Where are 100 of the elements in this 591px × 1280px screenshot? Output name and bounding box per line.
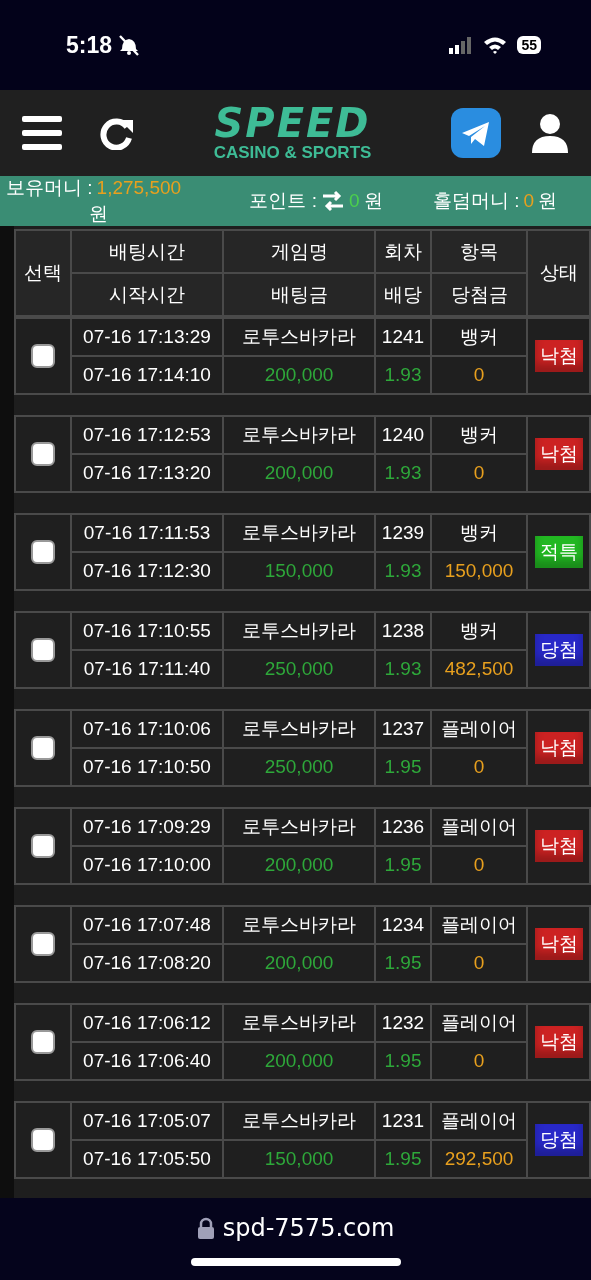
- start-time-cell: 07-16 17:13:20: [72, 455, 222, 491]
- site-logo[interactable]: SPEED: [214, 103, 371, 143]
- bet-time-cell: 07-16 17:13:29: [72, 319, 222, 355]
- pick-cell: 뱅커: [432, 515, 526, 551]
- wifi-icon: [483, 36, 508, 54]
- balance-label: 포인트 :: [249, 189, 317, 213]
- battery-indicator: 55: [517, 36, 541, 54]
- start-time-cell: 07-16 17:05:50: [72, 1141, 222, 1177]
- refresh-icon[interactable]: [100, 116, 134, 150]
- row-checkbox[interactable]: [31, 638, 55, 662]
- game-name-cell: 로투스바카라: [224, 515, 374, 551]
- status-badge: 당첨: [534, 634, 583, 666]
- bell-muted-icon: [118, 34, 141, 56]
- bet-time-cell: 07-16 17:10:55: [72, 613, 222, 649]
- game-name-cell: 로투스바카라: [224, 319, 374, 355]
- start-time-cell: 07-16 17:10:50: [72, 749, 222, 785]
- url-address[interactable]: spd-7575.com: [222, 1214, 395, 1242]
- status-badge: 낙첨: [534, 830, 583, 862]
- odds-cell: 1.95: [376, 1141, 430, 1177]
- game-name-cell: 로투스바카라: [224, 1103, 374, 1139]
- round-cell: 1238: [376, 613, 430, 649]
- row-checkbox[interactable]: [31, 1030, 55, 1054]
- bet-amount-cell: 200,000: [224, 1043, 374, 1079]
- payout-cell: 482,500: [432, 651, 526, 687]
- column-header: 회차: [376, 231, 430, 272]
- column-header: 당첨금: [432, 274, 526, 315]
- pick-cell: 플레이어: [432, 907, 526, 943]
- payout-cell: 150,000: [432, 553, 526, 589]
- pick-cell: 플레이어: [432, 711, 526, 747]
- status-badge: 낙첨: [534, 732, 583, 764]
- odds-cell: 1.95: [376, 847, 430, 883]
- bet-amount-cell: 250,000: [224, 651, 374, 687]
- lock-icon: [196, 1217, 215, 1239]
- row-checkbox[interactable]: [31, 540, 55, 564]
- signal-icon: [449, 36, 472, 54]
- odds-cell: 1.95: [376, 945, 430, 981]
- bet-time-cell: 07-16 17:11:53: [72, 515, 222, 551]
- balance-label: 홀덤머니 :: [432, 189, 520, 213]
- bet-amount-cell: 250,000: [224, 749, 374, 785]
- bet-amount-cell: 200,000: [224, 847, 374, 883]
- currency-unit: 원: [538, 189, 557, 213]
- bet-amount-cell: 200,000: [224, 945, 374, 981]
- bet-amount-cell: 200,000: [224, 455, 374, 491]
- start-time-cell: 07-16 17:12:30: [72, 553, 222, 589]
- row-checkbox[interactable]: [31, 1128, 55, 1152]
- bet-amount-cell: 150,000: [224, 553, 374, 589]
- bet-time-cell: 07-16 17:05:07: [72, 1103, 222, 1139]
- start-time-cell: 07-16 17:10:00: [72, 847, 222, 883]
- row-checkbox[interactable]: [31, 736, 55, 760]
- row-checkbox[interactable]: [31, 834, 55, 858]
- status-badge: 낙첨: [534, 438, 583, 470]
- game-name-cell: 로투스바카라: [224, 711, 374, 747]
- round-cell: 1236: [376, 809, 430, 845]
- bet-time-cell: 07-16 17:09:29: [72, 809, 222, 845]
- column-header: 시작시간: [72, 274, 222, 315]
- logo-subtitle: CASINO & SPORTS: [213, 143, 372, 163]
- round-cell: 1234: [376, 907, 430, 943]
- game-name-cell: 로투스바카라: [224, 809, 374, 845]
- column-header: 상태: [528, 231, 589, 315]
- game-name-cell: 로투스바카라: [224, 1005, 374, 1041]
- payout-cell: 0: [432, 455, 526, 491]
- row-checkbox[interactable]: [31, 932, 55, 956]
- bet-time-cell: 07-16 17:10:06: [72, 711, 222, 747]
- payout-cell: 0: [432, 357, 526, 393]
- status-badge: 낙첨: [534, 340, 583, 372]
- status-badge: 낙첨: [534, 1026, 583, 1058]
- clock-time: 5:18: [66, 31, 113, 59]
- start-time-cell: 07-16 17:08:20: [72, 945, 222, 981]
- odds-cell: 1.93: [376, 357, 430, 393]
- user-icon[interactable]: [531, 113, 569, 153]
- menu-icon[interactable]: [22, 116, 62, 150]
- transfer-icon[interactable]: [321, 190, 345, 212]
- pick-cell: 뱅커: [432, 613, 526, 649]
- odds-cell: 1.95: [376, 1043, 430, 1079]
- game-name-cell: 로투스바카라: [224, 907, 374, 943]
- round-cell: 1237: [376, 711, 430, 747]
- pick-cell: 플레이어: [432, 1103, 526, 1139]
- paper-plane-icon[interactable]: [451, 108, 501, 158]
- bet-time-cell: 07-16 17:12:53: [72, 417, 222, 453]
- currency-unit: 원: [89, 203, 108, 225]
- payout-cell: 292,500: [432, 1141, 526, 1177]
- status-badge: 당첨: [534, 1124, 583, 1156]
- column-header: 선택: [16, 231, 70, 315]
- odds-cell: 1.93: [376, 455, 430, 491]
- round-cell: 1232: [376, 1005, 430, 1041]
- bet-amount-cell: 150,000: [224, 1141, 374, 1177]
- column-header: 항목: [432, 231, 526, 272]
- currency-unit: 원: [363, 189, 383, 213]
- row-checkbox[interactable]: [31, 442, 55, 466]
- odds-cell: 1.93: [376, 553, 430, 589]
- pick-cell: 뱅커: [432, 417, 526, 453]
- balance-value: 0: [349, 190, 360, 212]
- column-header: 게임명: [224, 231, 374, 272]
- column-header: 배팅시간: [72, 231, 222, 272]
- payout-cell: 0: [432, 945, 526, 981]
- row-checkbox[interactable]: [31, 344, 55, 368]
- status-badge: 적특: [534, 536, 583, 568]
- round-cell: 1239: [376, 515, 430, 551]
- odds-cell: 1.93: [376, 651, 430, 687]
- pick-cell: 뱅커: [432, 319, 526, 355]
